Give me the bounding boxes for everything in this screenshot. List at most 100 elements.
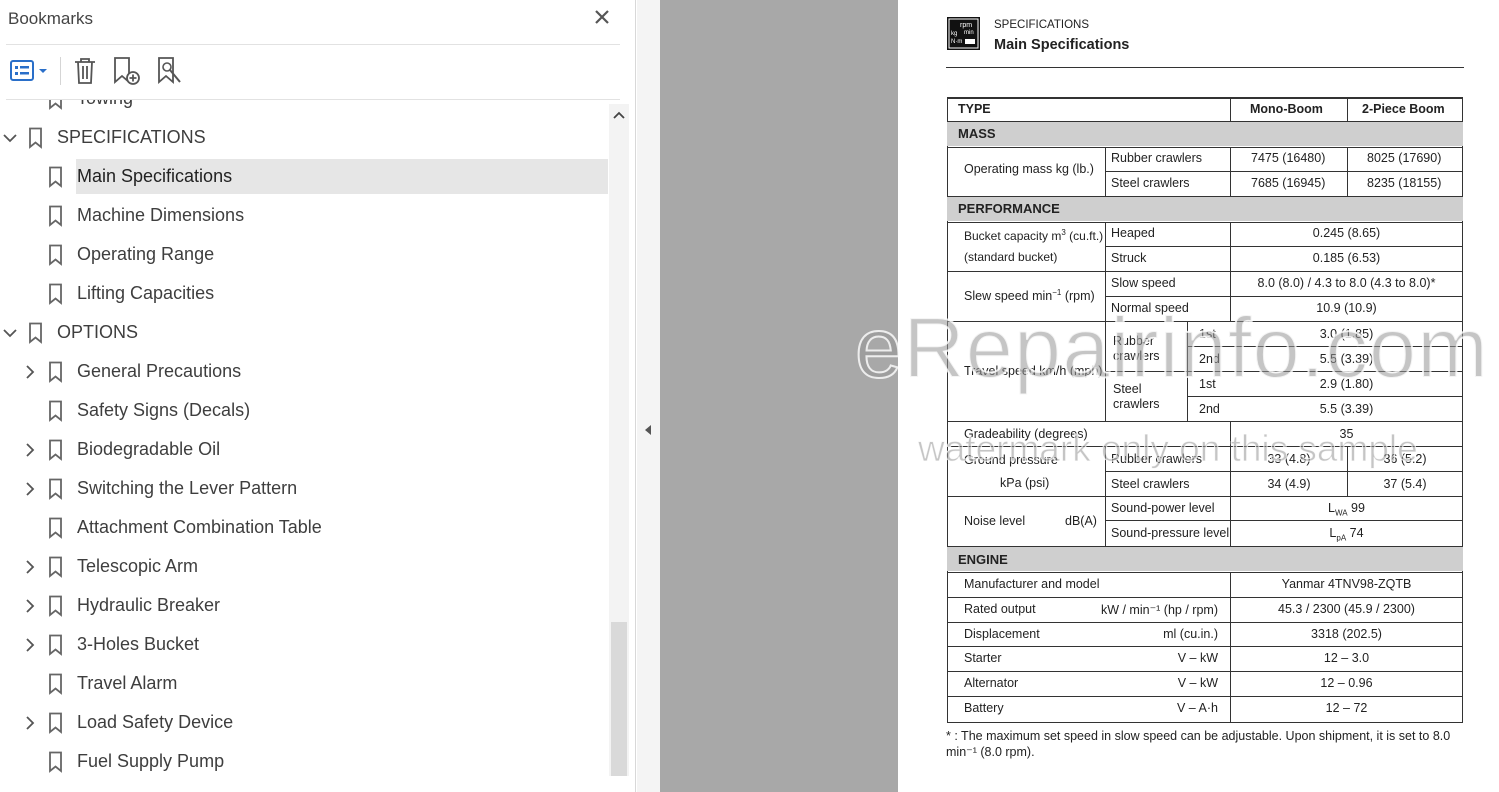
panel-title: Bookmarks	[8, 9, 94, 28]
bookmark-label: Safety Signs (Decals)	[77, 400, 251, 420]
collapse-panel-icon[interactable]	[642, 421, 654, 439]
bookmark-icon	[46, 673, 66, 695]
mass-steel-mono: 7685 (16945)	[1251, 176, 1326, 190]
bookmark-item[interactable]: Hydraulic Breaker	[0, 588, 608, 624]
sound-power-value: LWA 99	[1328, 501, 1365, 518]
slow-speed-value: 8.0 (8.0) / 4.3 to 8.0 (4.3 to 8.0)*	[1257, 276, 1436, 290]
chevron-right-icon[interactable]	[22, 715, 38, 731]
options-menu-button[interactable]	[6, 54, 52, 88]
bookmark-label: Towing	[77, 100, 133, 109]
footnote: * : The maximum set speed in slow speed …	[946, 729, 1451, 759]
bookmark-item[interactable]: OPTIONS	[0, 315, 608, 351]
travel-rubber-label-2: crawlers	[1113, 349, 1160, 363]
gear-2nd-rubber: 2nd	[1199, 352, 1220, 366]
bookmark-icon	[46, 751, 66, 773]
normal-speed-label: Normal speed	[1111, 301, 1189, 315]
chevron-down-icon[interactable]	[2, 325, 18, 341]
engine-row-value: 45.3 / 2300 (45.9 / 2300)	[1278, 602, 1415, 616]
section-bar-engine	[947, 547, 1463, 571]
bookmark-label: Hydraulic Breaker	[77, 595, 221, 615]
mass-rubber-two: 8025 (17690)	[1367, 151, 1442, 165]
chevron-right-icon[interactable]	[22, 598, 38, 614]
chevron-right-icon[interactable]	[22, 637, 38, 653]
bookmark-icon	[46, 556, 66, 578]
bookmark-item[interactable]: Main Specifications	[0, 159, 608, 195]
chevron-right-icon[interactable]	[22, 481, 38, 497]
engine-row-value: 3318 (202.5)	[1311, 627, 1382, 641]
gradeability-label: Gradeability (degrees)	[964, 427, 1088, 441]
header-mono-boom: Mono-Boom	[1250, 102, 1323, 116]
bookmark-label: Operating Range	[77, 244, 215, 264]
rubber-crawlers-label: Rubber crawlers	[1111, 151, 1203, 165]
bucket-capacity-label: Bucket capacity m3 (cu.ft.)	[964, 228, 1104, 243]
engine-row-label: Starter	[964, 651, 1002, 665]
engine-row-unit: V – A·h	[1177, 701, 1218, 715]
close-panel-icon[interactable]	[591, 6, 613, 28]
bookmark-label: OPTIONS	[57, 322, 139, 342]
bookmark-label: Telescopic Arm	[77, 556, 199, 576]
bucket-capacity-sublabel: (standard bucket)	[964, 250, 1058, 264]
bookmark-icon	[46, 361, 66, 383]
title-rule	[946, 67, 1464, 68]
bookmark-label: Load Safety Device	[77, 712, 234, 732]
bookmark-icon	[46, 478, 66, 500]
ground-steel-mono: 34 (4.9)	[1267, 477, 1311, 491]
travel-rubber-label-1: Rubber	[1113, 334, 1154, 348]
chevron-down-icon[interactable]	[2, 130, 18, 146]
bookmark-item[interactable]: Safety Signs (Decals)	[0, 393, 608, 429]
bookmark-item[interactable]: Attachment Combination Table	[0, 510, 608, 546]
new-bookmark-button[interactable]	[108, 54, 144, 88]
chevron-right-icon[interactable]	[22, 559, 38, 575]
bookmark-item[interactable]: 3-Holes Bucket	[0, 627, 608, 663]
bookmark-label: Attachment Combination Table	[77, 517, 322, 537]
bookmark-tree: Towing SPECIFICATIONS Main Specifications M…	[0, 100, 608, 792]
bookmark-item[interactable]: Lifting Capacities	[0, 276, 608, 312]
bookmark-item[interactable]: Fuel Supply Pump	[0, 744, 608, 780]
scroll-up-button[interactable]	[609, 104, 629, 126]
find-bookmark-button[interactable]	[152, 54, 188, 88]
trash-icon	[75, 58, 95, 84]
engine-row-unit: ml (cu.in.)	[1163, 627, 1218, 641]
noise-level-unit: dB(A)	[1065, 514, 1097, 528]
operating-mass-label: Operating mass kg (lb.)	[964, 162, 1094, 176]
bookmark-item[interactable]: Biodegradable Oil	[0, 432, 608, 468]
bookmark-label: Travel Alarm	[77, 673, 178, 693]
bookmark-item[interactable]: Load Safety Device	[0, 705, 608, 741]
bookmark-item[interactable]: Travel Alarm	[0, 666, 608, 702]
bookmark-item[interactable]: Switching the Lever Pattern	[0, 471, 608, 507]
panel-divider	[6, 44, 620, 45]
bookmark-icon	[46, 100, 66, 110]
ground-pressure-label: Ground pressure	[964, 453, 1058, 467]
bookmark-item[interactable]: SPECIFICATIONS	[0, 120, 608, 156]
chevron-right-icon[interactable]	[22, 364, 38, 380]
bookmark-item[interactable]: Telescopic Arm	[0, 549, 608, 585]
section-mass: MASS	[958, 126, 996, 141]
gradeability-value: 35	[1339, 427, 1354, 441]
bookmarks-panel: Bookmarks SPECIFICATIONS Main Specificat…	[0, 0, 636, 792]
bookmark-icon	[46, 634, 66, 656]
bookmarks-scrollbar[interactable]	[609, 104, 629, 776]
bookmark-item[interactable]: Operating Range	[0, 237, 608, 273]
panel-splitter[interactable]	[637, 0, 660, 792]
bookmark-item[interactable]: General Precautions	[0, 354, 608, 390]
engine-row-value: 12 – 72	[1325, 701, 1368, 715]
header-type: TYPE	[958, 102, 991, 116]
struck-value: 0.185 (6.53)	[1312, 251, 1381, 265]
engine-row-label: Battery	[964, 701, 1004, 715]
ground-rubber-mono: 33 (4.8)	[1267, 452, 1311, 466]
engine-row-value: Yanmar 4TNV98-ZQTB	[1281, 577, 1412, 591]
gear-1st-steel: 1st	[1199, 377, 1216, 391]
chevron-right-icon[interactable]	[22, 442, 38, 458]
page-title: Main Specifications	[994, 37, 1130, 53]
bookmark-icon	[46, 712, 66, 734]
header-two-piece-boom: 2-Piece Boom	[1362, 102, 1445, 116]
ground-steel-label: Steel crawlers	[1111, 477, 1190, 491]
scroll-thumb[interactable]	[611, 622, 627, 776]
delete-bookmark-button[interactable]	[68, 54, 102, 88]
engine-row-unit: V – kW	[1177, 676, 1218, 690]
bookmark-item[interactable]: Towing	[0, 100, 608, 117]
engine-row-label: Displacement	[964, 627, 1040, 641]
travel-steel-2nd-value: 5.5 (3.39)	[1319, 402, 1374, 416]
document-page: rpm min kg N·m SPECIFICATIONS Main Speci…	[898, 0, 1499, 792]
bookmark-item[interactable]: Machine Dimensions	[0, 198, 608, 234]
